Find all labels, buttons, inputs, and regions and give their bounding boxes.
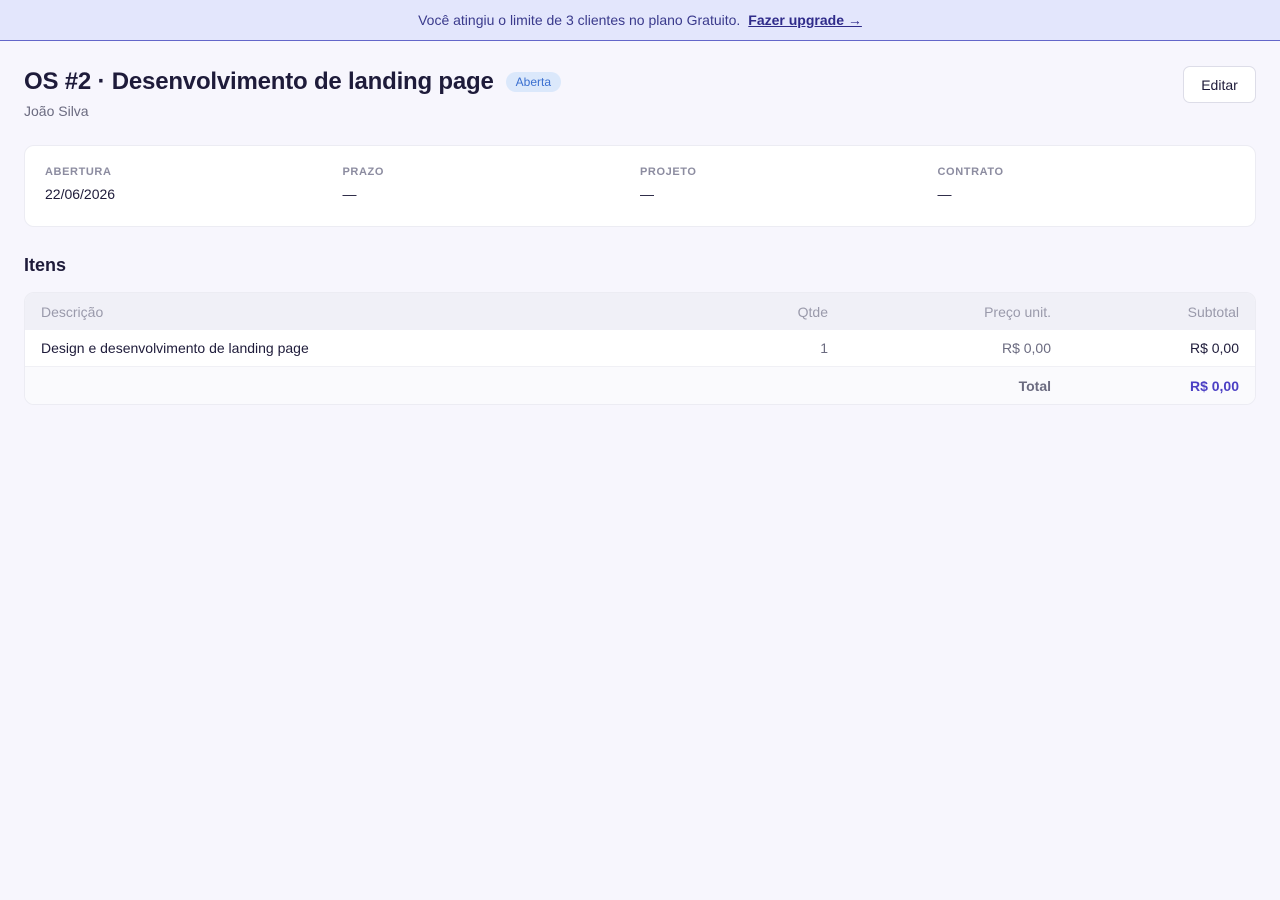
meta-abertura-value: 22/06/2026 xyxy=(45,186,116,202)
item-description: Design e desenvolvimento de landing page xyxy=(41,340,309,356)
header-left: OS #2 · Desenvolvimento de landing page … xyxy=(24,66,562,119)
meta-projeto-label: PROJETO xyxy=(640,166,697,178)
title-row: OS #2 · Desenvolvimento de landing page … xyxy=(24,66,562,98)
column-header-subtotal: Subtotal xyxy=(1187,303,1239,320)
status-badge: Aberta xyxy=(505,72,562,92)
meta-contrato: CONTRATO — xyxy=(938,166,1236,226)
table-header-row: Descrição Qtde Preço unit. Subtotal xyxy=(25,293,1255,330)
items-section-title: Itens xyxy=(24,255,67,275)
column-header-qty: Qtde xyxy=(797,303,828,320)
meta-contrato-label: CONTRATO xyxy=(937,166,1004,178)
column-header-description: Descrição xyxy=(41,303,104,320)
items-table: Descrição Qtde Preço unit. Subtotal Desi… xyxy=(24,292,1256,405)
meta-projeto: PROJETO — xyxy=(640,166,938,226)
page-header: OS #2 · Desenvolvimento de landing page … xyxy=(24,41,1256,119)
meta-card: ABERTURA 22/06/2026 PRAZO — PROJETO — CO… xyxy=(24,145,1256,227)
table-row: Design e desenvolvimento de landing page… xyxy=(25,330,1255,367)
table-total-row: Total R$ 0,00 xyxy=(25,367,1255,404)
meta-prazo-label: PRAZO xyxy=(342,166,384,178)
client-name: João Silva xyxy=(24,103,89,119)
meta-abertura-label: ABERTURA xyxy=(45,166,112,178)
meta-projeto-value: — xyxy=(640,186,654,202)
meta-prazo: PRAZO — xyxy=(343,166,641,226)
banner-message: Você atingiu o limite de 3 clientes no p… xyxy=(418,12,741,28)
meta-abertura: ABERTURA 22/06/2026 xyxy=(45,166,343,226)
upgrade-link[interactable]: Fazer upgrade → xyxy=(748,12,862,28)
total-value: R$ 0,00 xyxy=(1189,377,1239,394)
column-header-unit-price: Preço unit. xyxy=(984,303,1051,320)
page-title: OS #2 · Desenvolvimento de landing page xyxy=(24,68,494,95)
total-label: Total xyxy=(1018,377,1051,394)
meta-contrato-value: — xyxy=(937,186,952,202)
page-content: OS #2 · Desenvolvimento de landing page … xyxy=(0,41,1280,405)
edit-button[interactable]: Editar xyxy=(1183,66,1256,103)
item-unit-price: R$ 0,00 xyxy=(1001,340,1051,356)
item-qty: 1 xyxy=(820,340,828,356)
upgrade-banner: Você atingiu o limite de 3 clientes no p… xyxy=(0,0,1280,41)
meta-prazo-value: — xyxy=(342,186,357,202)
item-subtotal: R$ 0,00 xyxy=(1189,340,1239,356)
